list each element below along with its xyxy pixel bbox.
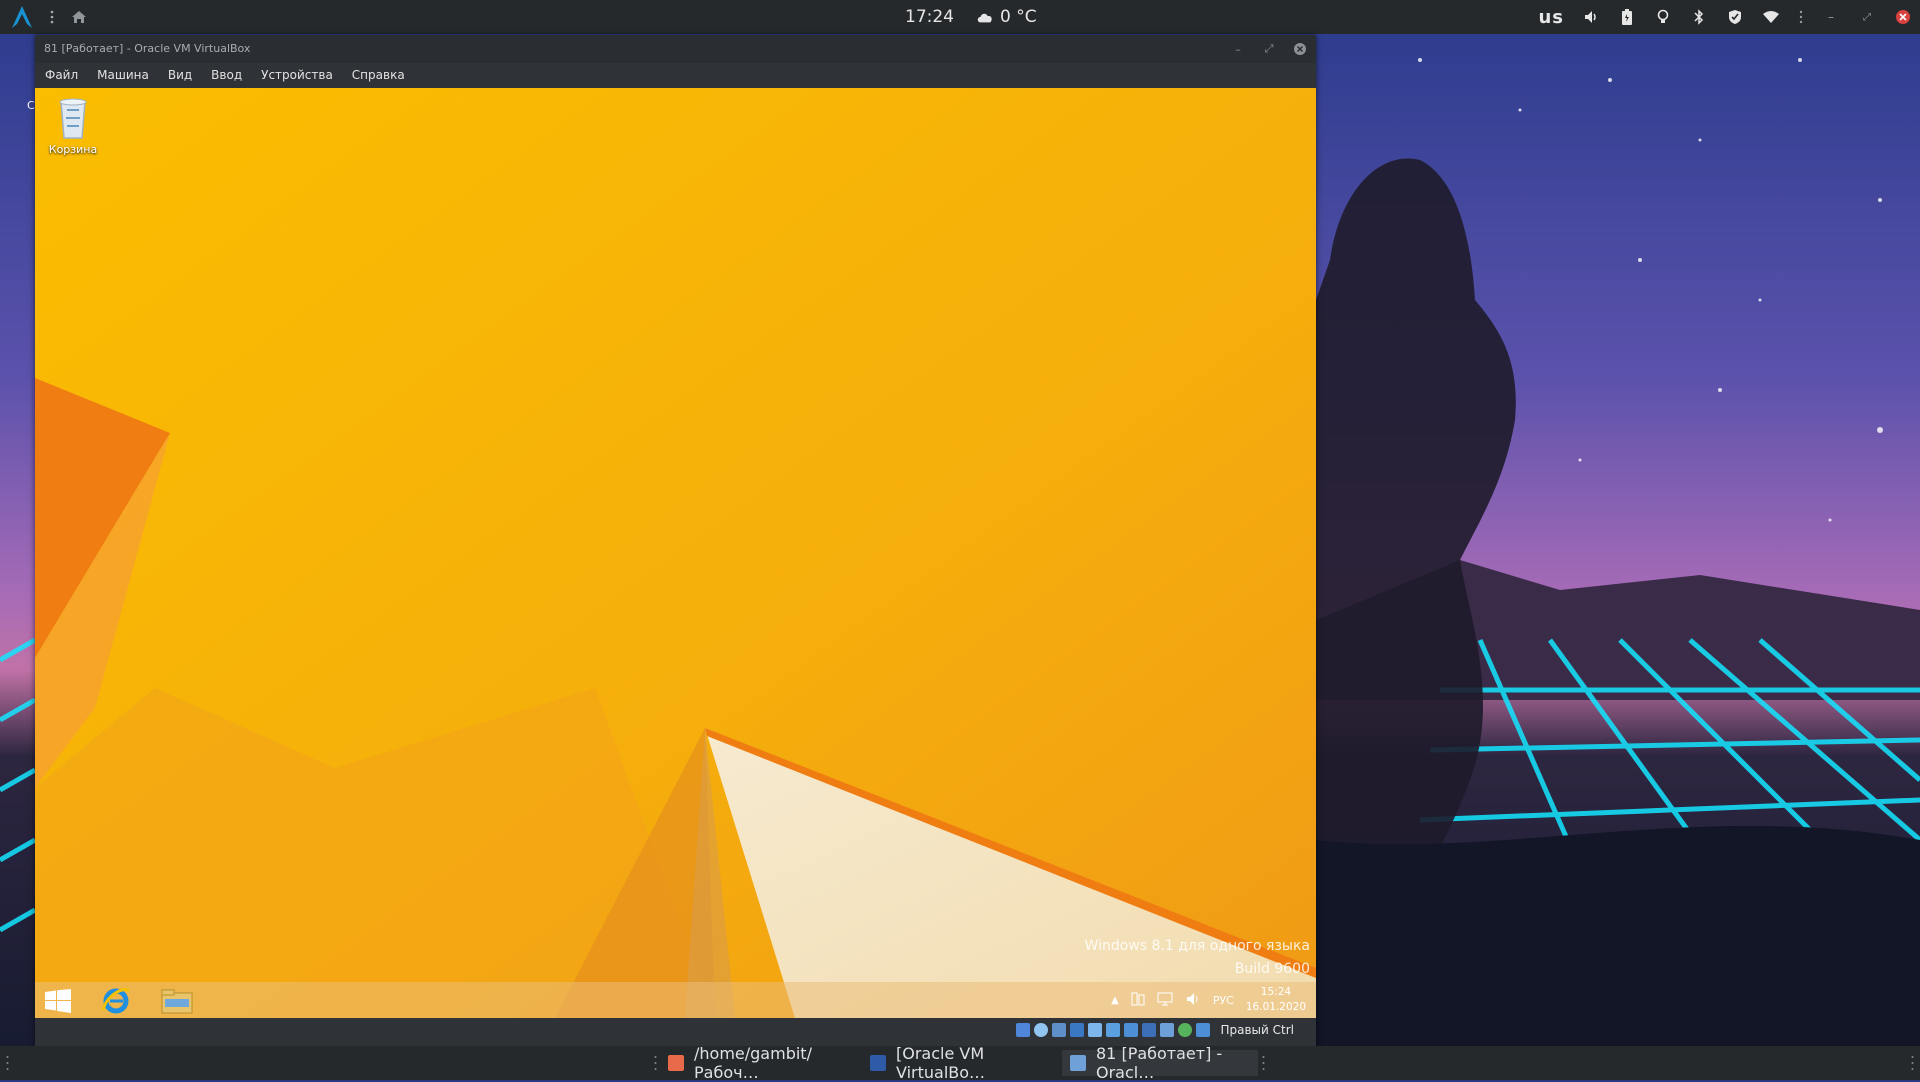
virtualization-icon[interactable] <box>1160 1023 1175 1037</box>
window-titlebar[interactable]: 81 [Работает] - Oracle VM VirtualBox – ⤢ <box>35 35 1316 63</box>
vbox-menubar: Файл Машина Вид Ввод Устройства Справка <box>35 63 1316 87</box>
tasklist-grip-left[interactable] <box>654 1054 657 1072</box>
battery-icon[interactable] <box>1618 8 1636 26</box>
text-editor-icon <box>668 1055 684 1071</box>
lightbulb-icon[interactable] <box>1654 8 1672 26</box>
menu-view[interactable]: Вид <box>158 68 201 82</box>
host-key-label: Правый Ctrl <box>1220 1023 1294 1037</box>
video-capture-icon[interactable] <box>1142 1023 1157 1037</box>
task-label: [Oracle VM VirtualBo… <box>896 1044 986 1082</box>
chevron-up-icon[interactable]: ▲ <box>1111 995 1119 1006</box>
shield-icon[interactable] <box>1726 8 1744 26</box>
host-desktop-label-fragment: С <box>27 99 35 112</box>
weather-widget[interactable]: 0 °C <box>976 7 1037 27</box>
close-button[interactable] <box>1292 41 1308 57</box>
recycle-bin-label: Корзина <box>48 143 98 156</box>
watermark-edition: Windows 8.1 для одного языка <box>1084 938 1310 954</box>
guest-system-tray: ▲ РУС 15:24 16.01.2020 <box>1111 982 1306 1018</box>
virtualbox-vm-window: 81 [Работает] - Oracle VM VirtualBox – ⤢… <box>35 35 1316 1047</box>
restore-icon[interactable]: ⤢ <box>1858 8 1876 26</box>
menu-file[interactable]: Файл <box>35 68 87 82</box>
menu-input[interactable]: Ввод <box>201 68 251 82</box>
hard-disk-icon[interactable] <box>1016 1023 1031 1037</box>
guest-date: 16.01.2020 <box>1245 1001 1306 1013</box>
virtualbox-icon <box>870 1055 886 1071</box>
keyboard-layout-indicator[interactable]: us <box>1538 7 1564 28</box>
windows-watermark: Windows 8.1 для одного языка Build 9600 <box>1085 935 1310 981</box>
menu-help[interactable]: Справка <box>342 68 414 82</box>
shared-folder-icon[interactable] <box>1106 1023 1121 1037</box>
guest-display[interactable]: Корзина Windows 8.1 для одного языка Bui… <box>35 88 1316 1018</box>
input-language[interactable]: РУС <box>1213 994 1234 1007</box>
guest-additions-icon[interactable] <box>1178 1023 1193 1037</box>
window-title: 81 [Работает] - Oracle VM VirtualBox <box>44 42 251 55</box>
file-explorer-button[interactable] <box>161 988 193 1018</box>
minimize-button[interactable]: – <box>1230 41 1246 57</box>
temperature: 0 °C <box>1000 7 1037 27</box>
host-key-icon[interactable] <box>1196 1023 1211 1037</box>
home-icon[interactable] <box>70 8 88 26</box>
panel-grip-left[interactable] <box>6 1054 9 1072</box>
windows-logo-icon <box>45 989 71 1013</box>
wifi-icon[interactable] <box>1762 8 1780 26</box>
task-virtualbox-vm[interactable]: 81 [Работает] - Oracl… <box>1062 1044 1258 1082</box>
watermark-build: Build 9600 <box>1234 961 1310 977</box>
cloud-icon <box>976 8 994 26</box>
volume-icon[interactable] <box>1582 8 1600 26</box>
bottom-taskbar: /home/gambit/Рабоч… [Oracle VM VirtualBo… <box>0 1044 1920 1082</box>
network-icon[interactable] <box>1131 992 1145 1009</box>
audio-icon[interactable] <box>1052 1023 1067 1037</box>
display-icon[interactable] <box>1124 1023 1139 1037</box>
menu-machine[interactable]: Машина <box>87 68 158 82</box>
tasklist-grip-right[interactable] <box>1262 1054 1265 1072</box>
recycle-bin-icon <box>59 98 87 139</box>
monitor-icon[interactable] <box>1157 992 1173 1009</box>
windows-start-button[interactable] <box>45 989 71 1017</box>
menu-devices[interactable]: Устройства <box>251 68 342 82</box>
guest-clock[interactable]: 15:24 16.01.2020 <box>1246 985 1306 1015</box>
file-explorer-icon <box>161 989 193 1014</box>
arch-logo-icon[interactable] <box>10 5 34 29</box>
close-icon[interactable] <box>1894 8 1912 26</box>
panel-grip-right[interactable] <box>1911 1054 1914 1072</box>
maximize-button[interactable]: ⤢ <box>1261 41 1277 57</box>
virtualbox-vm-icon <box>1070 1055 1086 1071</box>
bluetooth-icon[interactable] <box>1690 8 1708 26</box>
guest-wallpaper <box>35 88 1316 1018</box>
guest-time: 15:24 <box>1260 986 1292 998</box>
guest-taskbar: ▲ РУС 15:24 16.01.2020 <box>35 982 1316 1018</box>
top-panel: 17:24 0 °C us – ⤢ <box>0 0 1920 34</box>
task-text-editor[interactable]: /home/gambit/Рабоч… <box>660 1044 858 1082</box>
task-label: /home/gambit/Рабоч… <box>694 1044 812 1082</box>
recycle-bin-shortcut[interactable]: Корзина <box>43 96 103 156</box>
optical-drive-icon[interactable] <box>1034 1023 1049 1037</box>
usb-icon[interactable] <box>1088 1023 1103 1037</box>
speaker-icon[interactable] <box>1185 992 1201 1009</box>
network-adapter-icon[interactable] <box>1070 1023 1085 1037</box>
vbox-statusbar: Правый Ctrl <box>35 1018 1316 1042</box>
task-label: 81 [Работает] - Oracl… <box>1096 1044 1223 1082</box>
task-virtualbox-manager[interactable]: [Oracle VM VirtualBo… <box>862 1044 1058 1082</box>
kebab-menu-icon[interactable] <box>48 8 56 26</box>
clock[interactable]: 17:24 <box>905 7 954 27</box>
minimize-icon[interactable]: – <box>1822 8 1840 26</box>
kebab-menu-icon[interactable] <box>1798 8 1804 26</box>
internet-explorer-icon <box>101 988 131 1014</box>
internet-explorer-button[interactable] <box>101 986 131 1018</box>
